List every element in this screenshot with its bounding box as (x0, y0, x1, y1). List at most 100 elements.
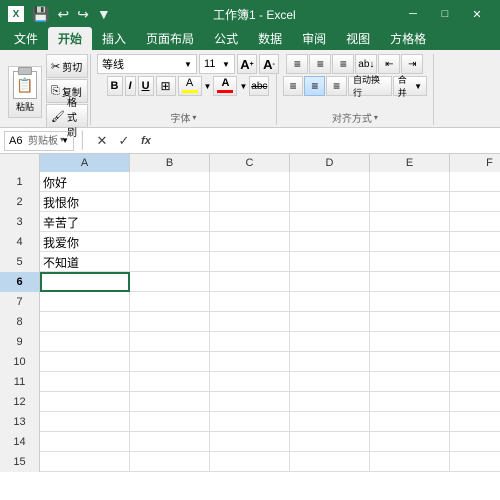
row-header-10[interactable]: 10 (0, 352, 40, 372)
col-header-c[interactable]: C (210, 154, 290, 172)
cell-a10[interactable] (40, 352, 130, 372)
align-bottom-button[interactable]: ≡ (332, 54, 354, 74)
formula-cancel-button[interactable]: ✕ (92, 131, 112, 151)
cell-f3[interactable] (450, 212, 500, 232)
cell-d12[interactable] (290, 392, 370, 412)
cell-d4[interactable] (290, 232, 370, 252)
tab-view[interactable]: 视图 (336, 27, 380, 50)
row-header-13[interactable]: 13 (0, 412, 40, 432)
cell-e12[interactable] (370, 392, 450, 412)
align-middle-button[interactable]: ≡ (309, 54, 331, 74)
cell-f7[interactable] (450, 292, 500, 312)
align-right-button[interactable]: ≡ (326, 76, 347, 96)
fill-dropdown-icon[interactable]: ▼ (204, 82, 212, 91)
col-header-b[interactable]: B (130, 154, 210, 172)
cell-e11[interactable] (370, 372, 450, 392)
row-header-4[interactable]: 4 (0, 232, 40, 252)
col-header-a[interactable]: A (40, 154, 130, 172)
cell-f11[interactable] (450, 372, 500, 392)
cell-a1[interactable]: 你好 (40, 172, 130, 192)
cell-e3[interactable] (370, 212, 450, 232)
save-button[interactable]: 💾 (32, 6, 49, 23)
indent-increase-button[interactable]: ⇥ (401, 54, 423, 74)
cell-b13[interactable] (130, 412, 210, 432)
font-size-selector[interactable]: 11 ▼ (199, 54, 235, 74)
formula-function-button[interactable]: fx (136, 131, 156, 151)
formula-confirm-button[interactable]: ✓ (114, 131, 134, 151)
cell-a4[interactable]: 我爱你 (40, 232, 130, 252)
redo-button[interactable]: ↪ (77, 6, 89, 23)
cell-e2[interactable] (370, 192, 450, 212)
close-button[interactable]: ✕ (462, 0, 492, 28)
customize-button[interactable]: ▼ (97, 6, 111, 22)
cell-f8[interactable] (450, 312, 500, 332)
col-header-e[interactable]: E (370, 154, 450, 172)
text-direction-button[interactable]: ab↓ (355, 54, 377, 74)
strikethrough-button[interactable]: abc (249, 76, 269, 96)
cell-b15[interactable] (130, 452, 210, 472)
tab-review[interactable]: 审阅 (292, 27, 336, 50)
cell-d5[interactable] (290, 252, 370, 272)
row-header-12[interactable]: 12 (0, 392, 40, 412)
cell-c8[interactable] (210, 312, 290, 332)
row-header-8[interactable]: 8 (0, 312, 40, 332)
minimize-button[interactable]: ─ (398, 0, 428, 28)
font-expand-icon[interactable]: ▾ (192, 113, 196, 122)
corner-cell[interactable] (0, 154, 40, 172)
cell-b10[interactable] (130, 352, 210, 372)
font-color-button[interactable]: A (213, 76, 237, 96)
font-size-increase-button[interactable]: A+ (237, 54, 257, 74)
cell-c6[interactable] (210, 272, 290, 292)
cell-d2[interactable] (290, 192, 370, 212)
cell-a14[interactable] (40, 432, 130, 452)
cell-a2[interactable]: 我恨你 (40, 192, 130, 212)
fill-color-button[interactable]: A (178, 76, 202, 96)
cell-c11[interactable] (210, 372, 290, 392)
row-header-1[interactable]: 1 (0, 172, 40, 192)
cell-a7[interactable] (40, 292, 130, 312)
indent-decrease-button[interactable]: ⇤ (378, 54, 400, 74)
tab-home[interactable]: 开始 (48, 27, 92, 50)
cell-a9[interactable] (40, 332, 130, 352)
row-header-14[interactable]: 14 (0, 432, 40, 452)
cell-e5[interactable] (370, 252, 450, 272)
cell-d7[interactable] (290, 292, 370, 312)
cell-f9[interactable] (450, 332, 500, 352)
col-header-f[interactable]: F (450, 154, 500, 172)
tab-extra[interactable]: 方格格 (380, 27, 436, 50)
cell-d1[interactable] (290, 172, 370, 192)
cell-e8[interactable] (370, 312, 450, 332)
cell-b7[interactable] (130, 292, 210, 312)
col-header-d[interactable]: D (290, 154, 370, 172)
cell-a5[interactable]: 不知道 (40, 252, 130, 272)
align-center-button[interactable]: ≡ (304, 76, 325, 96)
format-painter-button[interactable]: 🖌 格式刷 (46, 104, 88, 128)
cell-d8[interactable] (290, 312, 370, 332)
cell-e13[interactable] (370, 412, 450, 432)
cell-f2[interactable] (450, 192, 500, 212)
tab-data[interactable]: 数据 (248, 27, 292, 50)
cell-b2[interactable] (130, 192, 210, 212)
cell-b8[interactable] (130, 312, 210, 332)
cell-d3[interactable] (290, 212, 370, 232)
wrap-text-button[interactable]: 自动换行 (348, 76, 392, 96)
cell-c9[interactable] (210, 332, 290, 352)
cell-c3[interactable] (210, 212, 290, 232)
cell-b1[interactable] (130, 172, 210, 192)
cell-c15[interactable] (210, 452, 290, 472)
border-button[interactable]: ⊞ (156, 76, 176, 96)
undo-button[interactable]: ↩ (57, 6, 69, 23)
cell-a15[interactable] (40, 452, 130, 472)
cell-e9[interactable] (370, 332, 450, 352)
cell-f6[interactable] (450, 272, 500, 292)
underline-button[interactable]: U (138, 76, 154, 96)
cell-e6[interactable] (370, 272, 450, 292)
cell-c14[interactable] (210, 432, 290, 452)
cell-e4[interactable] (370, 232, 450, 252)
cell-c13[interactable] (210, 412, 290, 432)
align-left-button[interactable]: ≡ (283, 76, 304, 96)
cell-e1[interactable] (370, 172, 450, 192)
cell-f4[interactable] (450, 232, 500, 252)
cell-b14[interactable] (130, 432, 210, 452)
merge-button[interactable]: 合并 ▼ (393, 76, 427, 96)
